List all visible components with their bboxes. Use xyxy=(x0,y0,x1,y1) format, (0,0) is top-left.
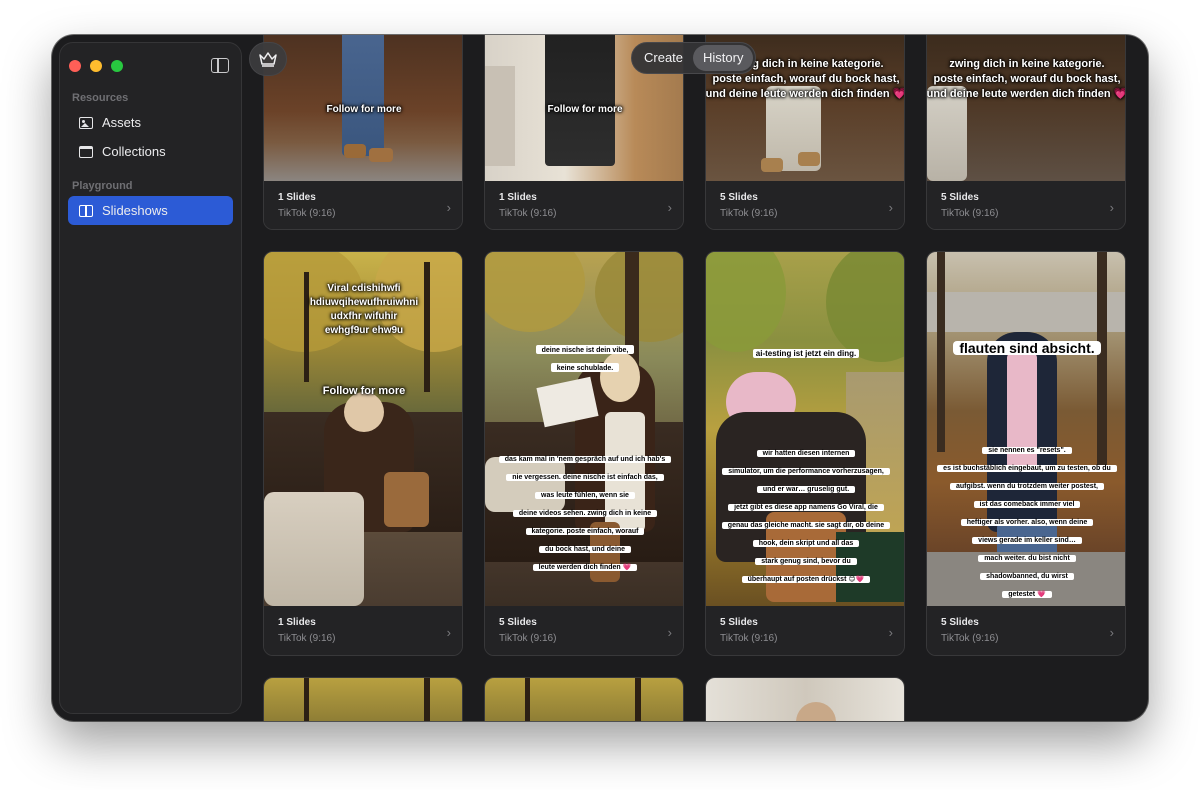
sidebar-item-collections[interactable]: Collections xyxy=(68,137,233,166)
sidebar-item-label: Collections xyxy=(102,144,166,159)
card-format: TikTok (9:16) xyxy=(720,633,778,644)
slide-overlay-text: das kam mal in 'nem gespräch auf und ich… xyxy=(485,448,683,574)
card-format: TikTok (9:16) xyxy=(941,633,999,644)
chevron-right-icon: › xyxy=(667,200,672,215)
card-title: 5 Slides xyxy=(720,617,758,628)
card-title: 5 Slides xyxy=(941,192,979,203)
section-title-playground: Playground xyxy=(72,180,133,192)
slideshow-card[interactable] xyxy=(705,677,905,721)
upgrade-button[interactable] xyxy=(249,42,287,76)
slide-overlay-text: Follow for more xyxy=(326,104,402,115)
card-footer: 5 Slides TikTok (9:16) › xyxy=(485,606,683,655)
slideshow-card[interactable] xyxy=(263,677,463,721)
slideshow-card[interactable]: Follow for more 1 Slides TikTok (9:16) › xyxy=(263,35,463,230)
tab-create[interactable]: Create xyxy=(634,45,693,71)
slideshow-thumbnail xyxy=(485,678,683,721)
card-footer: 5 Slides TikTok (9:16) › xyxy=(927,606,1125,655)
card-format: TikTok (9:16) xyxy=(278,633,336,644)
chevron-right-icon: › xyxy=(888,200,893,215)
slideshow-thumbnail: Follow for more xyxy=(264,35,462,181)
slideshow-icon xyxy=(79,204,93,217)
slideshow-thumbnail: Viral cdishihwfi hdiuwqihewufhruiwhni ud… xyxy=(264,252,462,606)
slideshow-card[interactable]: zwing dich in keine kategorie. poste ein… xyxy=(926,35,1126,230)
card-format: TikTok (9:16) xyxy=(499,633,557,644)
card-title: 5 Slides xyxy=(941,617,979,628)
slide-overlay-text: Follow for more xyxy=(322,385,406,397)
slideshow-card[interactable]: flauten sind absicht. sie nennen es "res… xyxy=(926,251,1126,656)
chevron-right-icon: › xyxy=(1109,625,1114,640)
sidebar-item-assets[interactable]: Assets xyxy=(68,108,233,137)
slideshow-thumbnail: deine nische ist dein vibe, keine schubla… xyxy=(485,252,683,606)
card-footer: 1 Slides TikTok (9:16) › xyxy=(485,181,683,229)
slideshow-card[interactable]: Viral cdishihwfi hdiuwqihewufhruiwhni ud… xyxy=(263,251,463,656)
chevron-right-icon: › xyxy=(446,625,451,640)
photo-icon xyxy=(79,116,93,129)
card-footer: 1 Slides TikTok (9:16) › xyxy=(264,181,462,229)
sidebar-item-slideshows[interactable]: Slideshows xyxy=(68,196,233,225)
tab-history[interactable]: History xyxy=(693,45,754,71)
slide-overlay-text: wir hatten diesen internen simulator, um … xyxy=(706,442,904,586)
slide-overlay-text: Follow for more xyxy=(547,104,623,115)
sidebar-toggle-icon[interactable] xyxy=(211,58,229,73)
card-format: TikTok (9:16) xyxy=(941,208,999,219)
close-window-button[interactable] xyxy=(69,60,81,72)
card-format: TikTok (9:16) xyxy=(720,208,778,219)
card-title: 1 Slides xyxy=(278,617,316,628)
card-footer: 5 Slides TikTok (9:16) › xyxy=(927,181,1125,229)
slide-overlay-text: flauten sind absicht. xyxy=(927,340,1125,358)
slideshow-card[interactable]: ai-testing ist jetzt ein ding. wir hatte… xyxy=(705,251,905,656)
sidebar-item-label: Slideshows xyxy=(102,203,168,218)
card-title: 5 Slides xyxy=(720,192,758,203)
card-footer: 5 Slides TikTok (9:16) › xyxy=(706,606,904,655)
sidebar: Resources Assets Collections Playground … xyxy=(59,42,242,714)
chevron-right-icon: › xyxy=(888,625,893,640)
crown-icon xyxy=(259,52,277,67)
folder-icon xyxy=(79,145,93,158)
chevron-right-icon: › xyxy=(667,625,672,640)
slideshow-card[interactable] xyxy=(484,677,684,721)
slide-overlay-text: deine nische ist dein vibe, keine schubla… xyxy=(485,339,683,375)
chevron-right-icon: › xyxy=(1109,200,1114,215)
slideshow-thumbnail: ai-testing ist jetzt ein ding. wir hatte… xyxy=(706,252,904,606)
card-format: TikTok (9:16) xyxy=(499,208,557,219)
minimize-window-button[interactable] xyxy=(90,60,102,72)
sidebar-item-label: Assets xyxy=(102,115,142,130)
card-format: TikTok (9:16) xyxy=(278,208,336,219)
slideshow-thumbnail: zwing dich in keine kategorie. poste ein… xyxy=(927,35,1126,181)
zoom-window-button[interactable] xyxy=(111,60,123,72)
card-title: 5 Slides xyxy=(499,617,537,628)
view-mode-segmented-control: Create History xyxy=(631,42,757,74)
slideshow-thumbnail: flauten sind absicht. sie nennen es "res… xyxy=(927,252,1125,606)
card-title: 1 Slides xyxy=(278,192,316,203)
slide-overlay-text: ai-testing ist jetzt ein ding. xyxy=(706,343,904,361)
slideshow-thumbnail xyxy=(706,678,904,721)
app-window: Resources Assets Collections Playground … xyxy=(52,35,1148,721)
slideshow-thumbnail xyxy=(264,678,462,721)
slide-overlay-text: Viral cdishihwfi hdiuwqihewufhruiwhni ud… xyxy=(309,283,419,336)
card-title: 1 Slides xyxy=(499,192,537,203)
section-title-resources: Resources xyxy=(72,92,129,104)
slideshow-history-grid: Follow for more 1 Slides TikTok (9:16) ›… xyxy=(248,35,1148,721)
chevron-right-icon: › xyxy=(446,200,451,215)
slideshow-card[interactable]: deine nische ist dein vibe, keine schubla… xyxy=(484,251,684,656)
card-footer: 5 Slides TikTok (9:16) › xyxy=(706,181,904,229)
slide-overlay-text: zwing dich in keine kategorie. poste ein… xyxy=(927,58,1126,100)
slide-overlay-text: sie nennen es "resets". es ist buchstäbli… xyxy=(927,439,1125,601)
card-footer: 1 Slides TikTok (9:16) › xyxy=(264,606,462,655)
